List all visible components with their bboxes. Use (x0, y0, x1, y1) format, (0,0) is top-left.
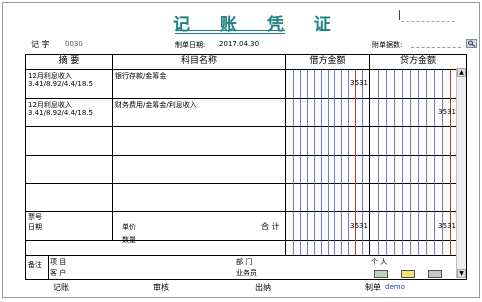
text-cursor (399, 10, 400, 20)
date-label: 制单日期: (175, 41, 206, 49)
customer-label: 客 户 (50, 269, 67, 277)
row-line (26, 240, 466, 241)
maker-value: demo (385, 283, 405, 291)
word-label: 记 字 (31, 40, 50, 49)
person-label: 个 人 (371, 258, 388, 266)
row-line (26, 183, 466, 184)
row-line (26, 98, 466, 99)
voucher-window: 记 账 凭 证 记 字 0030 制单日期: 2017.04.30 附单据数: … (2, 2, 480, 298)
row-2-summary-line2[interactable]: 3.41/8.92/4.4/18.5 (28, 109, 93, 118)
row-line (26, 211, 466, 212)
project-label: 项 目 (50, 258, 67, 266)
col-sep-summary (112, 55, 113, 240)
total-debit: 3531 (350, 222, 368, 230)
row-1-summary-line2[interactable]: 3.41/8.92/4.4/18.5 (28, 80, 93, 89)
attachments-field[interactable] (411, 47, 461, 49)
attachments-label: 附单据数: (372, 41, 403, 49)
magnifier-icon[interactable] (466, 39, 477, 48)
reviewer-label: 审核 (153, 283, 169, 292)
row-1-debit[interactable]: 3531 (286, 79, 368, 87)
cashier-label: 出纳 (255, 283, 271, 292)
tool-icon[interactable] (428, 270, 442, 278)
maker-label: 制单 (365, 283, 381, 292)
total-credit: 3531 (438, 222, 456, 230)
title-underline (175, 30, 285, 31)
total-label: 合 计 (261, 222, 280, 231)
row-1-account[interactable]: 银行存款/金筹金 (115, 72, 166, 81)
row-line (26, 255, 466, 256)
dept-label: 部 门 (236, 258, 253, 266)
col-header-summary: 摘 要 (58, 56, 80, 66)
voucher-title: 记 账 凭 证 (173, 15, 343, 35)
row-line (26, 69, 466, 70)
row-line (26, 155, 466, 156)
row-2-account[interactable]: 财务费用/金筹金/利息收入 (115, 101, 197, 110)
note-label: 备注 (28, 261, 42, 269)
scroll-up-icon[interactable]: ▲ (457, 68, 466, 77)
ticket-label: 票号 (28, 213, 42, 221)
salesman-label: 业务员 (236, 269, 257, 277)
title-underline-2 (175, 33, 285, 34)
bookkeeper-label: 记账 (53, 283, 69, 292)
quantity-label: 数量 (122, 236, 136, 244)
attachment-count-line (401, 21, 455, 23)
voucher-grid: 摘 要 科目名称 借方金额 贷方金额 12月利息收入 3.41/8.92/4.4… (25, 54, 467, 280)
word-number[interactable]: 0030 (65, 40, 83, 48)
scroll-down-icon[interactable]: ▼ (457, 269, 466, 278)
vertical-scrollbar[interactable]: ▲ ▼ (456, 68, 466, 278)
folder-icon[interactable] (401, 270, 415, 278)
col-header-credit: 贷方金额 (399, 56, 436, 66)
card-icon[interactable] (374, 270, 388, 278)
col-header-debit: 借方金额 (309, 56, 346, 66)
note-sep (48, 255, 49, 279)
footer-date-label: 日期 (28, 223, 42, 231)
row-line (26, 126, 466, 127)
col-header-account: 科目名称 (180, 56, 217, 66)
unit-price-label: 单价 (122, 223, 136, 231)
date-value[interactable]: 2017.04.30 (219, 40, 259, 48)
row-2-credit[interactable]: 3531 (370, 108, 456, 116)
